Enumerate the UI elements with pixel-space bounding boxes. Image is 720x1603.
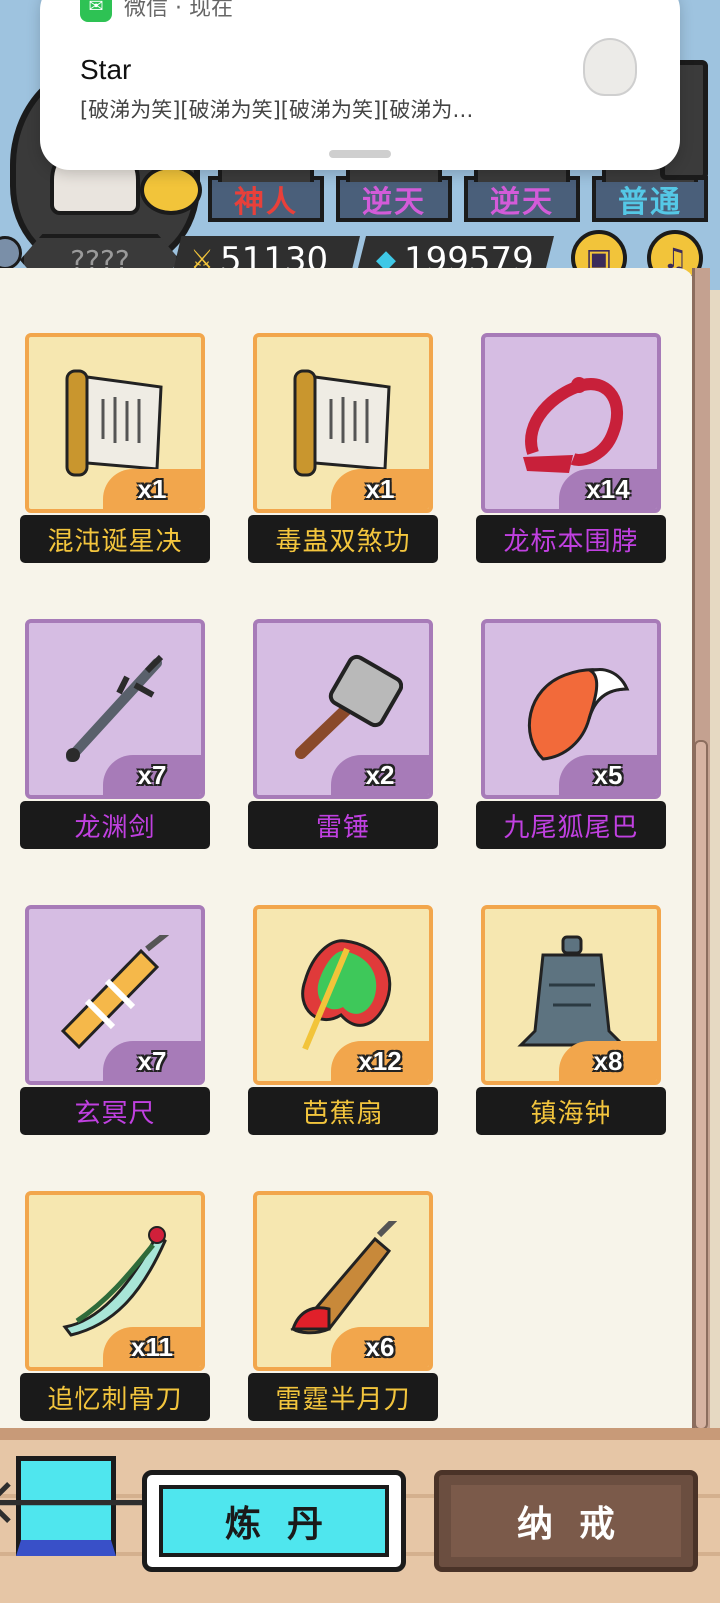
wechat-icon: ✉ [80,0,112,22]
storage-ring-button-label: 纳戒 [451,1485,681,1557]
item-name: 九尾狐尾巴 [476,801,666,849]
item-slot[interactable]: x7 [25,905,205,1085]
item-quantity: x5 [559,755,657,795]
item-slot[interactable]: x5 [481,619,661,799]
item-name: 追忆刺骨刀 [20,1373,210,1421]
spiked-sword-icon [66,654,164,762]
item-name: 混沌诞星决 [20,515,210,563]
item-slot[interactable]: x6 [253,1191,433,1371]
rank-label: 普通 [618,185,682,220]
notification-app-row: ✉ 微信 · 现在 [80,0,233,22]
item-quantity: x14 [559,469,657,509]
scrollbar-thumb[interactable] [694,740,708,1430]
alchemy-button[interactable]: 炼丹 [142,1470,406,1572]
dragon-scarf-icon [523,377,623,473]
ruler-sword-icon [60,935,169,1050]
storage-ring-button[interactable]: 纳戒 [434,1470,698,1572]
rank-label: 神人 [234,185,298,220]
fox-tail-icon [528,668,630,761]
scroll-icon [65,369,163,477]
notification-title: Star [80,54,132,85]
alchemy-button-label: 炼丹 [159,1485,389,1557]
wechat-notification[interactable]: ✉ 微信 · 现在 Star [破涕为笑][破涕为笑][破涕为笑][破涕为… [40,0,680,170]
item-slot[interactable]: x8 [481,905,661,1085]
item-quantity: x2 [331,755,429,795]
item-slot[interactable]: x1 [25,333,205,513]
bell-icon [517,935,627,1047]
crescent-blade-icon [290,1221,398,1335]
item-slot[interactable]: x11 [25,1191,205,1371]
notification-drag-handle[interactable] [329,150,391,158]
item-quantity: x7 [103,1041,201,1081]
item-slot[interactable]: x7 [25,619,205,799]
item-name: 镇海钟 [476,1087,666,1135]
item-slot[interactable]: x14 [481,333,661,513]
item-name: 芭蕉扇 [248,1087,438,1135]
item-quantity: x6 [331,1327,429,1367]
item-name: 雷锤 [248,801,438,849]
item-slot[interactable]: x12 [253,905,433,1085]
gold-gourd-icon [140,165,202,215]
rank-tag-3[interactable]: 逆天 [464,148,580,222]
item-quantity: x11 [103,1327,201,1367]
banana-fan-icon [301,939,392,1051]
notification-app-name: 微信 · 现在 [124,0,233,21]
item-name: 龙渊剑 [20,801,210,849]
rank-tag-4[interactable]: 普通 [592,148,708,222]
item-slot[interactable]: x2 [253,619,433,799]
item-name: 毒蛊双煞功 [248,515,438,563]
item-name: 雷霆半月刀 [248,1373,438,1421]
back-button[interactable]: 🡐 [0,1456,152,1556]
arrow-left-icon: 🡐 [0,1465,152,1539]
rank-tag-1[interactable]: 神人 [208,148,324,222]
rose-blade-icon [62,1226,167,1337]
rank-tag-2[interactable]: 逆天 [336,148,452,222]
rank-label: 逆天 [490,185,554,220]
item-slot[interactable]: x1 [253,333,433,513]
hammer-icon [295,654,403,759]
rank-label: 逆天 [362,185,426,220]
item-name: 龙标本围脖 [476,515,666,563]
item-quantity: x12 [331,1041,429,1081]
item-quantity: x1 [331,469,429,509]
notification-message: [破涕为笑][破涕为笑][破涕为笑][破涕为… [80,98,474,122]
item-name: 玄冥尺 [20,1087,210,1135]
item-quantity: x7 [103,755,201,795]
sender-avatar [583,38,637,96]
item-quantity: x1 [103,469,201,509]
scroll-icon [293,369,391,477]
item-quantity: x8 [559,1041,657,1081]
